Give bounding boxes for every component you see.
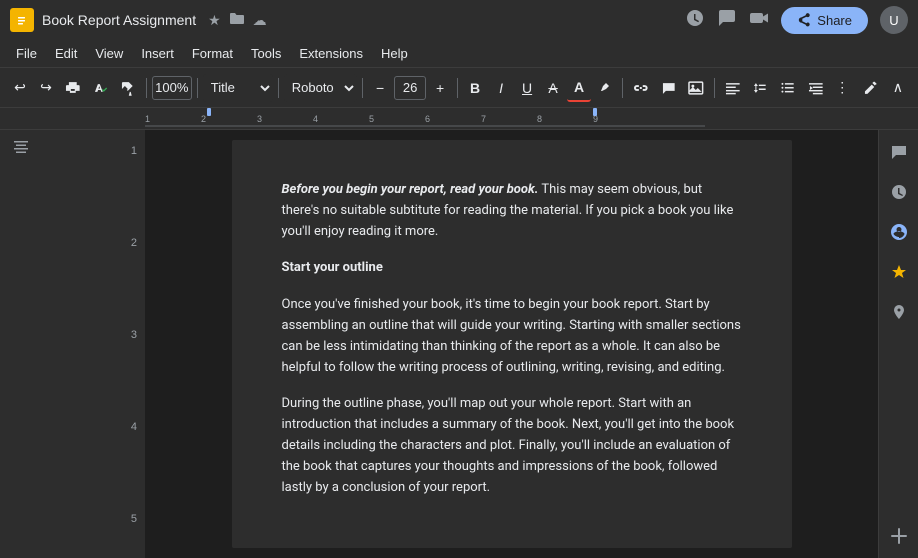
menu-bar: File Edit View Insert Format Tools Exten… (0, 40, 918, 68)
font-size-input[interactable] (394, 76, 426, 100)
folder-icon[interactable] (229, 11, 245, 30)
map-pin-icon[interactable] (885, 298, 913, 326)
paragraph-4: During the outline phase, you'll map out… (282, 394, 742, 498)
highlight-button[interactable] (593, 74, 617, 102)
style-select[interactable]: Title Normal text Heading 1 (203, 74, 273, 102)
svg-text:2: 2 (201, 114, 206, 124)
page-numbers: 1 2 3 4 5 (131, 130, 137, 558)
cloud-icon[interactable]: ☁ (253, 12, 267, 29)
svg-text:7: 7 (481, 114, 486, 124)
add-comment-button[interactable] (656, 74, 682, 102)
more-options-button[interactable]: ⋮ (830, 74, 854, 102)
paragraph-2-heading: Start your outline (282, 258, 742, 279)
bold-italic-text: Before you begin your report, read your … (282, 182, 539, 197)
editing-mode-button[interactable] (858, 74, 884, 102)
indent-button[interactable] (803, 74, 829, 102)
right-panel (878, 130, 918, 558)
svg-text:3: 3 (257, 114, 262, 124)
menu-file[interactable]: File (8, 44, 45, 63)
left-panel: 1 2 3 4 5 (0, 130, 145, 558)
svg-text:1: 1 (145, 114, 150, 124)
history-icon[interactable] (685, 8, 705, 33)
comment-icon[interactable] (717, 8, 737, 33)
link-button[interactable] (628, 74, 654, 102)
menu-extensions[interactable]: Extensions (291, 44, 371, 63)
collapse-toolbar-button[interactable]: ∧ (886, 74, 910, 102)
svg-text:6: 6 (425, 114, 430, 124)
history-icon-right[interactable] (885, 178, 913, 206)
menu-edit[interactable]: Edit (47, 44, 85, 63)
svg-text:4: 4 (313, 114, 318, 124)
menu-help[interactable]: Help (373, 44, 416, 63)
add-icon[interactable] (885, 522, 913, 550)
spellcheck-button[interactable] (88, 74, 114, 102)
font-size-minus-button[interactable]: − (368, 74, 392, 102)
paint-format-button[interactable] (115, 74, 141, 102)
blue-icon[interactable] (885, 218, 913, 246)
document-page: Before you begin your report, read your … (232, 140, 792, 548)
list-button[interactable] (775, 74, 801, 102)
chat-icon[interactable] (885, 138, 913, 166)
document-title: Book Report Assignment (42, 12, 196, 28)
ruler-inner: 1 2 3 4 5 6 7 8 9 (145, 108, 918, 129)
redo-button[interactable]: ↪ (34, 74, 58, 102)
bold-button[interactable]: B (463, 74, 487, 102)
zoom-input[interactable] (152, 76, 192, 100)
align-button[interactable] (720, 74, 746, 102)
menu-format[interactable]: Format (184, 44, 241, 63)
menu-insert[interactable]: Insert (133, 44, 182, 63)
user-avatar[interactable]: U (880, 6, 908, 34)
outline-icon[interactable] (12, 138, 30, 161)
print-button[interactable] (60, 74, 86, 102)
google-docs-icon (10, 8, 34, 32)
toolbar: ↩ ↪ Title Normal text Heading 1 Roboto A… (0, 68, 918, 108)
insert-image-button[interactable] (683, 74, 709, 102)
menu-view[interactable]: View (87, 44, 131, 63)
italic-button[interactable]: I (489, 74, 513, 102)
text-color-button[interactable]: A (567, 74, 591, 102)
star-icon-right[interactable] (885, 258, 913, 286)
star-icon[interactable]: ★ (208, 12, 221, 29)
undo-button[interactable]: ↩ (8, 74, 32, 102)
paragraph-3: Once you've finished your book, it's tim… (282, 295, 742, 378)
ruler: 1 2 3 4 5 6 7 8 9 (0, 108, 918, 130)
header-right: Share U (685, 6, 908, 34)
title-bar: Book Report Assignment ★ ☁ Share U (0, 0, 918, 40)
svg-text:8: 8 (537, 114, 542, 124)
share-button[interactable]: Share (781, 7, 868, 34)
font-select[interactable]: Roboto Arial (284, 74, 357, 102)
title-icons: ★ ☁ (208, 11, 267, 30)
video-icon[interactable] (749, 8, 769, 33)
svg-text:5: 5 (369, 114, 374, 124)
line-spacing-button[interactable] (747, 74, 773, 102)
main-area: 1 2 3 4 5 Before you begin your report, … (0, 130, 918, 558)
paragraph-1: Before you begin your report, read your … (282, 180, 742, 242)
strikethrough-button[interactable]: A (541, 74, 565, 102)
heading-text: Start your outline (282, 260, 383, 275)
document-area[interactable]: Before you begin your report, read your … (145, 130, 878, 558)
underline-button[interactable]: U (515, 74, 539, 102)
font-size-plus-button[interactable]: + (428, 74, 452, 102)
menu-tools[interactable]: Tools (243, 44, 289, 63)
